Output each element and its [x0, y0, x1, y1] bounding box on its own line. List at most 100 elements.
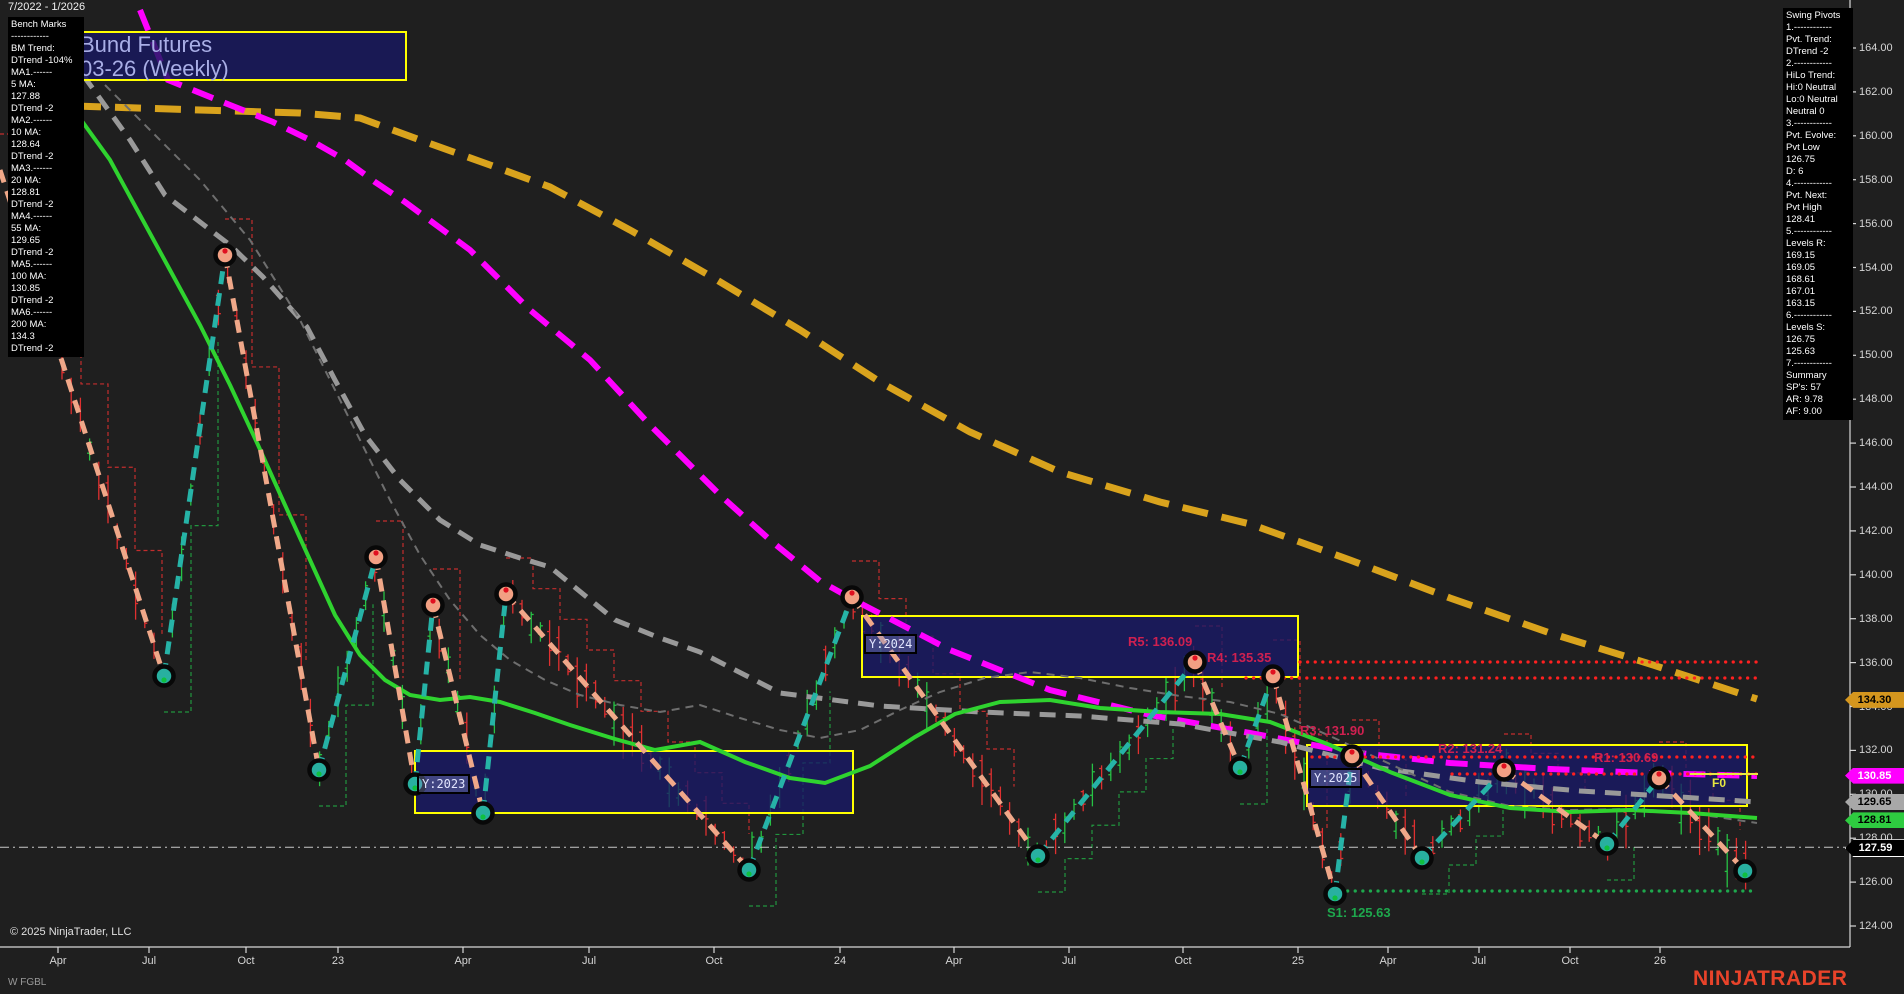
swing-low-marker[interactable]: [1228, 756, 1252, 780]
bench-marks-line: DTrend -2: [11, 199, 54, 210]
time-axis-label: Apr: [945, 955, 963, 967]
swing-low-marker[interactable]: [471, 801, 495, 825]
bench-marks-line: ------------: [11, 31, 49, 42]
swing-pivots-line: Levels R:: [1786, 238, 1826, 249]
swing-low-dot-icon: [1419, 859, 1425, 865]
price-axis-label: 154.00: [1859, 261, 1893, 274]
year-box-label[interactable]: Y:2025: [1309, 768, 1363, 788]
swing-pivots-line: 169.15: [1786, 250, 1816, 261]
swing-low-dot-icon: [161, 677, 167, 683]
price-axis-label: 146.00: [1859, 437, 1893, 450]
price-axis-label: 152.00: [1859, 305, 1893, 318]
price-axis-label: 162.00: [1859, 85, 1893, 98]
time-axis-label: Apr: [49, 955, 67, 967]
swing-pivots-line: 163.15: [1786, 298, 1816, 309]
swing-pivots-line: 168.61: [1786, 274, 1816, 285]
bench-marks-line: MA1.------: [11, 67, 53, 78]
price-flag: 127.59: [1845, 839, 1904, 858]
year-range-box[interactable]: [861, 615, 1299, 678]
swing-low-marker[interactable]: [1733, 859, 1757, 883]
bench-marks-line: 130.85: [11, 283, 41, 294]
price-flag: 129.65: [1845, 793, 1904, 810]
ninjatrader-chart-window: Bund Futures 03-26 (Weekly) 7/2022 - 1/2…: [0, 0, 1904, 994]
bench-marks-line: 55 MA:: [11, 223, 42, 234]
price-axis-label: 148.00: [1859, 393, 1893, 406]
swing-low-marker[interactable]: [1410, 846, 1434, 870]
swing-low-dot-icon: [316, 771, 322, 777]
swing-high-marker[interactable]: [421, 593, 445, 617]
swing-low-marker[interactable]: [1323, 882, 1347, 906]
price-axis-label: 124.00: [1859, 920, 1893, 932]
resistance-level-label[interactable]: R4: 135.35: [1207, 650, 1271, 665]
bench-marks-line: DTrend -2: [11, 103, 54, 114]
price-axis-label: 150.00: [1859, 349, 1893, 362]
price-axis-label: 140.00: [1859, 568, 1893, 581]
swing-high-marker[interactable]: [1261, 664, 1285, 688]
price-flag: 128.81: [1845, 812, 1904, 829]
swing-pivots-line: Pvt. Evolve:: [1786, 130, 1837, 141]
swing-low-marker[interactable]: [1595, 832, 1619, 856]
swing-low-dot-icon: [1035, 857, 1041, 863]
bench-marks-line: 20 MA:: [11, 175, 42, 186]
year-box-label[interactable]: Y:2024: [864, 634, 918, 654]
bench-marks-line: BM Trend:: [11, 43, 55, 54]
swing-low-marker[interactable]: [737, 858, 761, 882]
price-flag: 134.30: [1845, 691, 1904, 708]
resistance-level-label[interactable]: R1: 130.69: [1594, 750, 1658, 765]
year-range-box[interactable]: [1306, 744, 1748, 807]
bench-marks-line: DTrend -104%: [11, 55, 73, 66]
swing-low-marker[interactable]: [152, 664, 176, 688]
swing-high-marker[interactable]: [364, 545, 388, 569]
swing-pivots-line: 1.------------: [1786, 22, 1832, 33]
swing-high-marker[interactable]: [494, 582, 518, 606]
resistance-level-label[interactable]: R2: 131.24: [1438, 741, 1502, 756]
bench-marks-line: DTrend -2: [11, 343, 54, 354]
price-axis-label: 160.00: [1859, 129, 1893, 142]
swing-pivots-line: SP's: 57: [1786, 382, 1822, 393]
resistance-level-label[interactable]: R3: 131.90: [1300, 723, 1364, 738]
resistance-level-label[interactable]: R5: 136.09: [1128, 634, 1192, 649]
bench-marks-line: MA5.------: [11, 259, 53, 270]
instrument-symbol-label: W FGBL: [8, 977, 47, 988]
swing-high-marker[interactable]: [1647, 766, 1671, 790]
time-axis-label: Oct: [1174, 955, 1192, 967]
swing-high-marker[interactable]: [1492, 758, 1516, 782]
bench-marks-line: 127.88: [11, 91, 41, 102]
price-axis-label: 136.00: [1859, 656, 1893, 669]
year-box-label[interactable]: Y:2023: [417, 774, 471, 794]
swing-pivots-line: D: 6: [1786, 166, 1804, 177]
swing-pivots-line: Pvt High: [1786, 202, 1822, 213]
fib-f0-label[interactable]: F0: [1712, 776, 1726, 790]
swing-low-marker[interactable]: [307, 758, 331, 782]
bench-marks-line: 100 MA:: [11, 271, 47, 282]
time-axis-label: Oct: [237, 955, 255, 967]
swing-high-marker[interactable]: [840, 585, 864, 609]
swing-pivots-line: 2.------------: [1786, 58, 1832, 69]
time-axis-label: Apr: [454, 955, 472, 967]
swing-low-marker[interactable]: [1026, 844, 1050, 868]
swing-high-dot-icon: [1192, 655, 1198, 661]
bench-marks-line: DTrend -2: [11, 247, 54, 258]
swing-high-dot-icon: [373, 550, 379, 556]
swing-pivots-line: Hi:0 Neutral: [1786, 82, 1837, 93]
swing-pivots-line: 6.------------: [1786, 310, 1832, 321]
bench-marks-line: MA2.------: [11, 115, 53, 126]
swing-high-marker[interactable]: [213, 243, 237, 267]
swing-pivots-line: Lo:0 Neutral: [1786, 94, 1838, 105]
chart-canvas[interactable]: [0, 0, 1904, 994]
price-axis-label: 164.00: [1859, 42, 1893, 54]
price-axis-label: 142.00: [1859, 524, 1893, 537]
swing-high-marker[interactable]: [1183, 650, 1207, 674]
price-axis-label: 126.00: [1859, 876, 1893, 889]
swing-high-dot-icon: [1270, 669, 1276, 675]
swing-pivots-line: 126.75: [1786, 154, 1816, 165]
support-level-label[interactable]: S1: 125.63: [1327, 905, 1391, 920]
swing-high-marker[interactable]: [1340, 744, 1364, 768]
swing-high-dot-icon: [430, 598, 436, 604]
swing-pivots-line: DTrend -2: [1786, 46, 1829, 57]
swing-low-dot-icon: [1604, 845, 1610, 851]
bench-marks-line: 128.64: [11, 139, 41, 150]
swing-pivots-line: AF: 9.00: [1786, 406, 1822, 417]
time-axis-label: Jul: [141, 955, 157, 967]
swing-low-dot-icon: [1742, 872, 1748, 878]
